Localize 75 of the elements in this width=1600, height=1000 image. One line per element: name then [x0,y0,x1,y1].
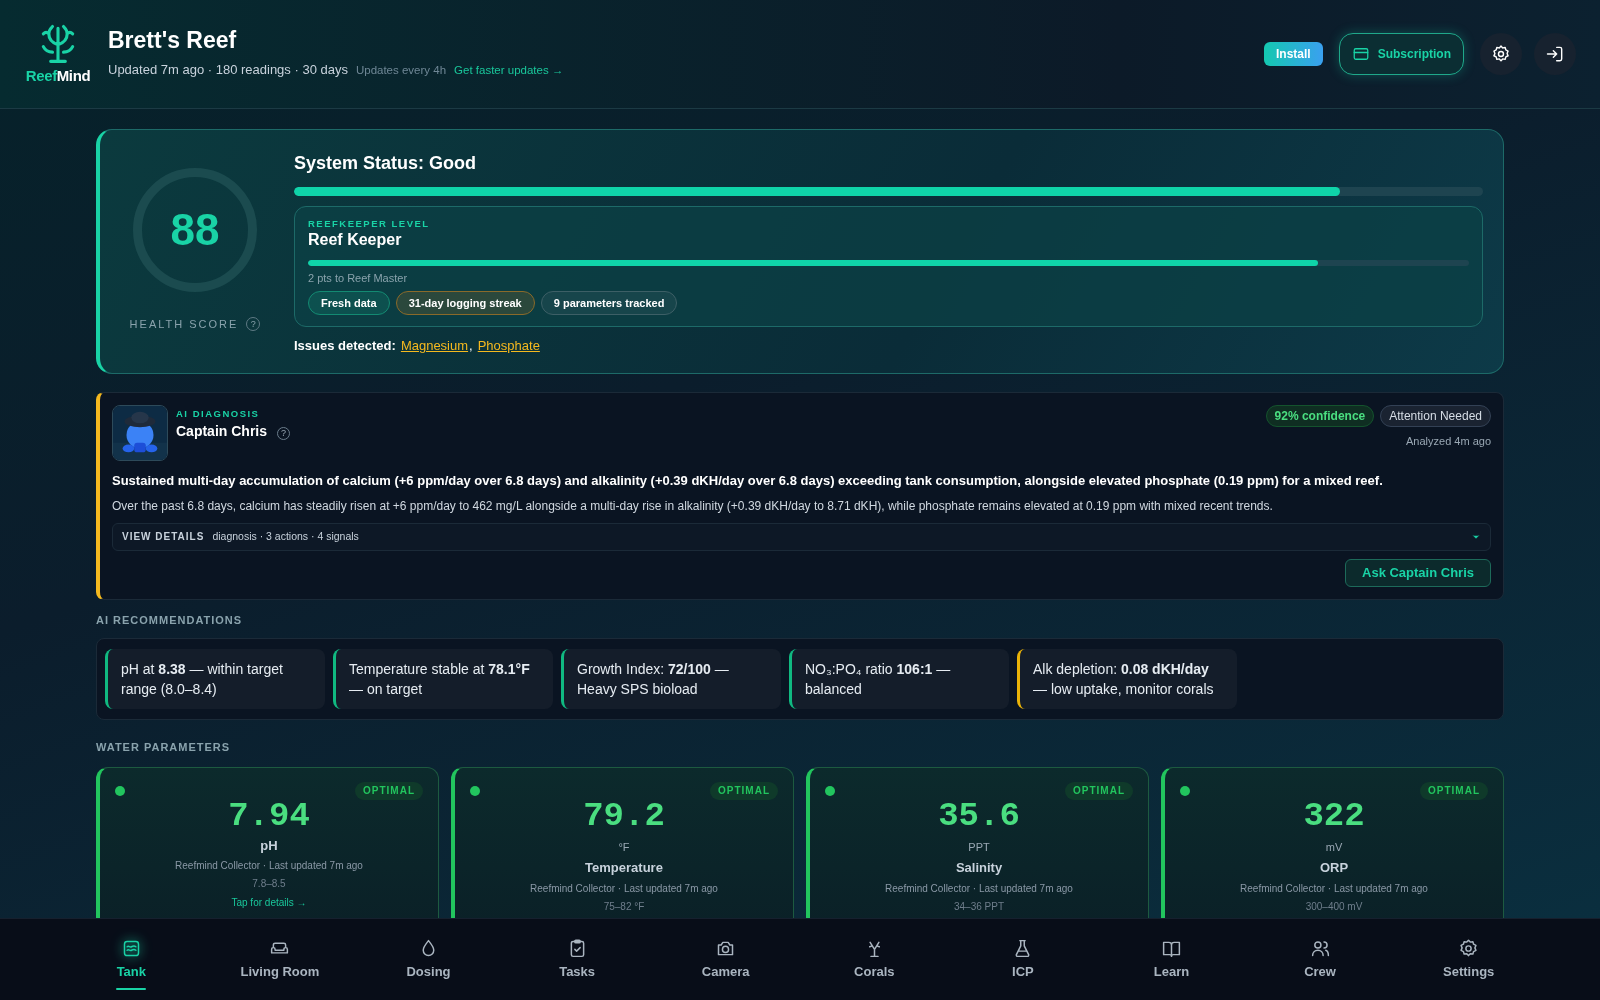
nav-tab[interactable]: Tank [57,927,206,992]
parameter-unit: mV [1325,839,1343,855]
ask-advisor-button[interactable]: Ask Captain Chris [1345,558,1491,587]
issue-link[interactable]: Phosphate [477,337,540,355]
nav-tab[interactable]: Dosing [354,927,503,992]
parameter-source: Reefmind Collector · Last updated 7m ago [530,881,718,896]
upgrade-link[interactable]: Get faster updates → [454,61,564,79]
parameter-name: ORP [1319,859,1349,877]
status-badge: OPTIMAL [710,781,778,800]
update-cadence: Updates every 4h [355,62,447,78]
section-heading: AI RECOMMENDATIONS [96,612,244,628]
card-icon [1351,45,1370,63]
diagnosis-body: Over the past 6.8 days, calcium has steadily risen at +6 ppm/day to 462 mg/L alongside a multi-day rise in alkalinity (+0.39 dKH/day to 8.71 dKH), while phosphate remains elevated at 0.19 ppm with mixed recent trends. [112,497,1274,515]
status-badge: OPTIMAL [1065,781,1133,800]
nav-tab[interactable]: Corals [800,927,949,992]
parameter-value: 322 [1303,798,1365,833]
status-badge: OPTIMAL [1420,781,1488,800]
parameter-unit: PPT [968,839,990,855]
nav-tab[interactable]: Crew [1245,927,1395,992]
status-title: System Status: Good [294,152,478,174]
recommendation-card: NO₃:PO₄ ratio 106:1 — balanced [789,649,1009,709]
parameter-value: 79.2 [583,798,665,833]
nav-tab[interactable]: Living Room [205,927,355,992]
confidence-badge: 92% confidence [1265,405,1375,427]
view-details-toggle[interactable]: VIEW DETAILS diagnosis · 3 actions · 4 signals [112,522,1491,551]
status-badge: OPTIMAL [355,781,423,800]
sign-in-icon [1545,44,1565,64]
keeper-level-name: Reef Keeper [308,230,403,250]
separator: , [469,337,473,355]
update-info: Updated 7m ago · 180 readings · 30 days [108,60,348,79]
issue-link[interactable]: Magnesium [400,337,469,355]
recommendation-card: Growth Index: 72/100 — Heavy SPS bioload [561,649,781,709]
parameter-unit: °F [618,839,630,855]
parameter-range: 34–36 PPT [953,899,1004,914]
subscription-button[interactable]: Subscription [1338,33,1464,75]
settings-button[interactable] [1480,33,1522,75]
keeper-note: 2 pts to Reef Master [308,271,409,285]
advisor-name: Captain Chris [176,422,267,442]
analyzed-time: Analyzed 4m ago [1406,434,1491,449]
nav-tab[interactable]: Tasks [502,927,652,992]
parameter-range: 7.8–8.5 [252,877,286,891]
achievement-chip: Fresh data [308,291,390,315]
parameter-value: 35.6 [938,798,1020,833]
nav-tab[interactable]: Settings [1394,927,1543,992]
recommendation-card: Temperature stable at 78.1°F — on target [333,649,553,709]
parameter-range: 300–400 mV [1305,899,1363,914]
sign-in-button[interactable] [1534,33,1576,75]
parameter-source: Reefmind Collector · Last updated 7m ago [1240,881,1428,896]
recommendation-card: Alk depletion: 0.08 dKH/day — low uptake, monitor corals [1017,649,1237,709]
parameter-value: 7.94 [228,798,310,833]
parameter-range: 75–82 °F [603,899,645,914]
nav-tab[interactable]: Learn [1097,927,1246,992]
parameter-name: Salinity [955,859,1003,877]
nav-tab[interactable]: Camera [651,927,800,992]
health-score-value: 88 [170,204,220,256]
settings-icon [1458,937,1480,959]
keeper-eyebrow: REEFKEEPER LEVEL [308,218,431,230]
parameter-source: Reefmind Collector · Last updated 7m ago [175,859,363,873]
page-title: Brett's Reef [108,28,238,52]
status-badge: Attention Needed [1380,405,1491,427]
section-heading: WATER PARAMETERS [96,740,232,755]
achievement-chip: 31-day logging streak [395,291,535,315]
issues-label: Issues detected: [294,337,396,355]
diagnosis-eyebrow: AI DIAGNOSIS [176,407,261,421]
nav-tab[interactable]: ICP [948,927,1098,992]
achievement-chip: 9 parameters tracked [540,291,678,315]
logo-text: ReefMind [25,65,91,86]
parameter-name: pH [260,836,278,855]
details-link[interactable]: Tap for details → [231,895,307,910]
recommendation-card: pH at 8.38 — within target range (8.0–8.4) [105,649,325,709]
parameter-source: Reefmind Collector · Last updated 7m ago [885,881,1073,896]
parameter-name: Temperature [585,859,663,877]
health-score-label: HEALTH SCORE [129,317,239,332]
settings-icon [1491,44,1511,64]
diagnosis-headline: Sustained multi-day accumulation of calcium (+6 ppm/day over 6.8 days) and alkalinity (+0.39 dKH/day over 6.8 days) exceeding tank consumption, alongside elevated phosphate (0.19 ppm) for a mixed reef. [112,472,1384,490]
